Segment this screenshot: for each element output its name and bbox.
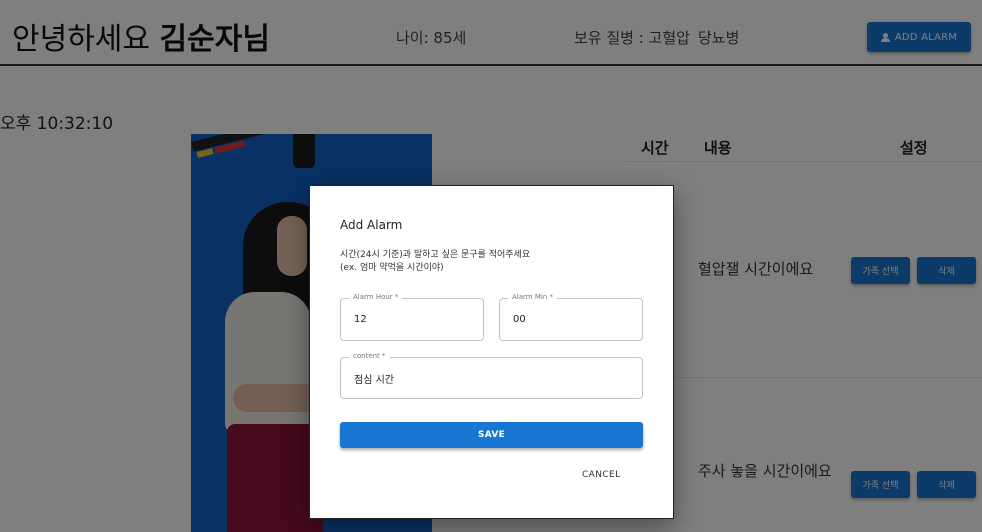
- cancel-button[interactable]: CANCEL: [582, 470, 621, 480]
- dialog-description: 시간(24시 기준)과 말하고 싶은 문구를 적어주세요 (ex. 엄마 약먹을…: [340, 249, 530, 275]
- content-value: 점심 시간: [354, 374, 394, 386]
- alarm-min-value: 00: [513, 314, 526, 325]
- alarm-hour-field[interactable]: Alarm Hour * 12: [340, 293, 484, 341]
- save-button[interactable]: SAVE: [340, 422, 643, 448]
- dialog-title: Add Alarm: [340, 218, 403, 232]
- description-line: 시간(24시 기준)과 말하고 싶은 문구를 적어주세요: [340, 250, 531, 260]
- alarm-hour-value: 12: [354, 314, 367, 325]
- alarm-min-field[interactable]: Alarm Min * 00: [499, 293, 643, 341]
- content-field[interactable]: content * 점심 시간: [340, 352, 643, 399]
- description-example: (ex. 엄마 약먹을 시간이야): [340, 263, 444, 273]
- add-alarm-dialog: Add Alarm 시간(24시 기준)과 말하고 싶은 문구를 적어주세요 (…: [309, 185, 674, 519]
